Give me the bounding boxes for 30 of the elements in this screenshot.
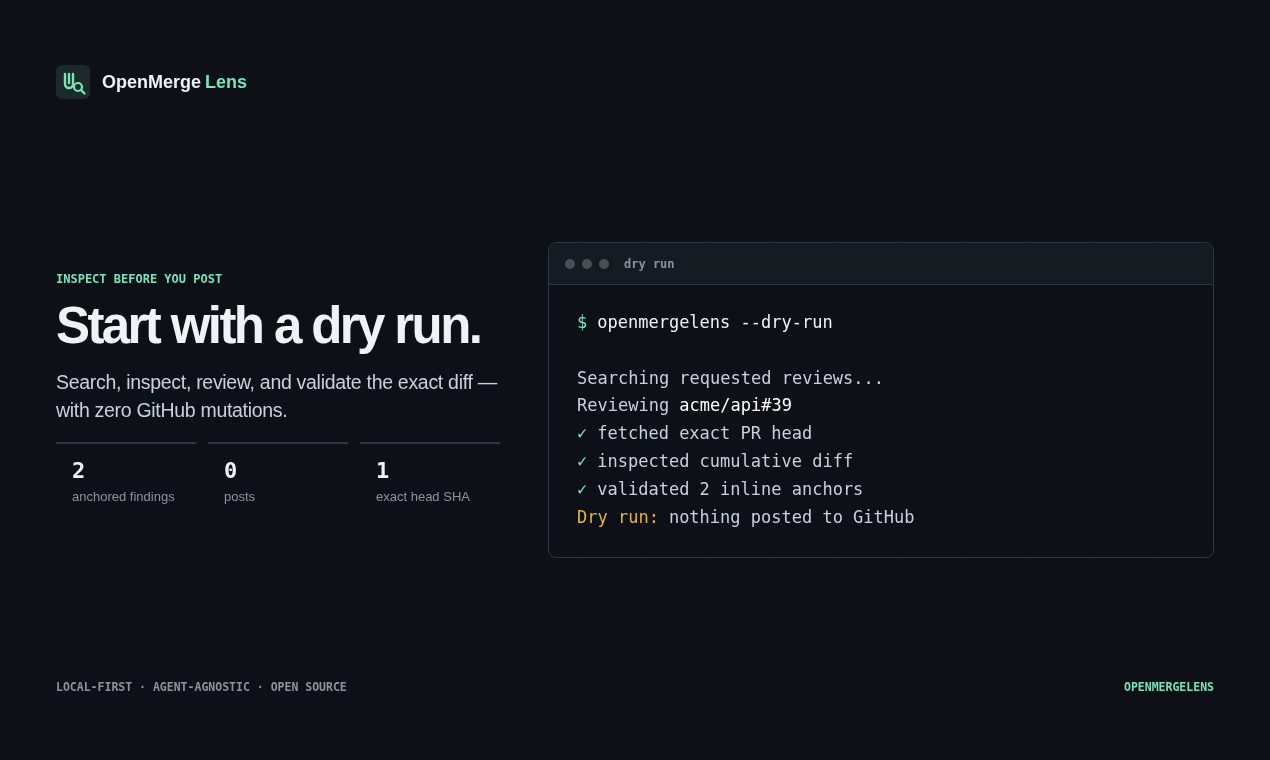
prompt-symbol: $ xyxy=(577,311,588,334)
check-mark: ✓ xyxy=(577,422,588,446)
stat-label: posts xyxy=(224,489,257,505)
eyebrow-text: INSPECT BEFORE YOU POST xyxy=(56,272,224,286)
window-dot xyxy=(582,258,592,269)
output-line: validated 2 inline anchors xyxy=(597,477,864,501)
stat-label: anchored findings xyxy=(72,489,176,505)
footer-wordmark: OPENMERGELENS xyxy=(1124,680,1214,694)
logo-icon xyxy=(56,65,90,99)
window-dot xyxy=(599,258,609,269)
stat-label: exact head SHA xyxy=(376,489,471,505)
brand-name: OpenMerge xyxy=(102,71,202,92)
check-mark: ✓ xyxy=(577,477,588,501)
stat-value: 2 xyxy=(72,458,87,484)
command-text: openmergelens --dry-run xyxy=(597,311,833,334)
output-line: nothing posted to GitHub xyxy=(668,505,915,529)
output-line: Reviewing acme/api#39 xyxy=(577,394,792,418)
output-line: Searching requested reviews... xyxy=(577,366,885,390)
check-mark: ✓ xyxy=(577,450,588,473)
brand-accent: Lens xyxy=(205,71,248,92)
hero-title: Start with a dry run. xyxy=(56,298,482,355)
stat-value: 0 xyxy=(224,458,239,484)
output-line: inspected cumulative diff xyxy=(597,450,854,473)
footer-tagline: LOCAL-FIRST · AGENT-AGNOSTIC · OPEN SOURCE xyxy=(56,680,347,694)
output-line: fetched exact PR head xyxy=(597,422,813,446)
notice-label: Dry run: xyxy=(577,505,659,529)
terminal-title: dry run xyxy=(624,256,675,271)
window-dot xyxy=(565,258,575,269)
hero-subtitle: Search, inspect, review, and validate the exact diff —with zero GitHub mutations. xyxy=(56,370,499,424)
stat-value: 1 xyxy=(376,458,391,484)
